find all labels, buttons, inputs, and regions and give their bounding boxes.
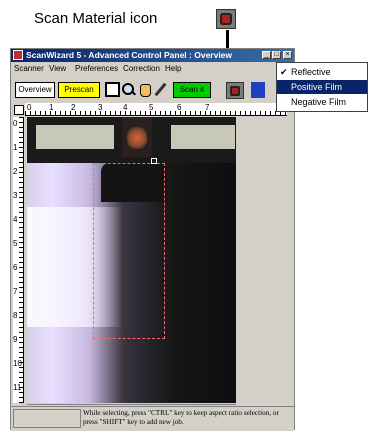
selection-handle[interactable]: [151, 158, 157, 164]
eyedropper-icon[interactable]: [153, 82, 168, 97]
ruler-tick: 7: [13, 287, 18, 296]
menu-help[interactable]: Help: [165, 63, 181, 75]
selection-frame-icon[interactable]: [105, 82, 120, 97]
title-bar[interactable]: ScanWizard 5 - Advanced Control Panel : …: [11, 49, 294, 62]
status-bar: While selecting, press "CTRL" key to kee…: [11, 406, 294, 431]
checkmark-icon: ✔: [280, 67, 288, 77]
menu-item-label: Positive Film: [291, 82, 343, 92]
film-frame: [36, 125, 114, 149]
film-frame: [171, 125, 235, 149]
ruler-tick: 4: [13, 215, 18, 224]
hand-icon[interactable]: [137, 82, 152, 97]
scan-material-icon: [216, 9, 236, 29]
slide-image: [127, 127, 147, 149]
ruler-tick: 11: [13, 383, 22, 392]
ruler-tick: 3: [13, 191, 18, 200]
ruler-tick: 8: [13, 311, 18, 320]
overview-button[interactable]: Overview: [15, 82, 55, 98]
minimize-button[interactable]: _: [262, 51, 271, 59]
status-panel: [13, 409, 81, 428]
ruler-tick: 6: [177, 103, 182, 112]
ruler-tick: 5: [13, 239, 18, 248]
menu-correction[interactable]: Correction: [123, 63, 160, 75]
toolbar: Overview Prescan Scan it: [11, 76, 294, 102]
window-title: ScanWizard 5 - Advanced Control Panel : …: [26, 50, 233, 60]
ruler-tick: 7: [205, 103, 210, 112]
ruler-tick: 0: [27, 103, 32, 112]
annotation-label: Scan Material icon: [34, 10, 158, 27]
menu-item-label: Reflective: [291, 67, 331, 77]
ruler-tick: 5: [149, 103, 154, 112]
ruler-tick: 2: [71, 103, 76, 112]
menu-item-negative-film[interactable]: Negative Film: [277, 95, 367, 109]
menu-item-reflective[interactable]: ✔ Reflective: [277, 65, 367, 79]
menu-preferences[interactable]: Preferences: [75, 63, 118, 75]
ruler-corner: [14, 105, 24, 115]
horizontal-ruler: 0 1 2 3 4 5 6 7: [25, 103, 287, 116]
preview-area[interactable]: [27, 117, 236, 403]
ruler-tick: 1: [49, 103, 54, 112]
selection-frame[interactable]: [93, 163, 165, 339]
ruler-tick: 9: [13, 335, 18, 344]
scan-material-menu: ✔ Reflective Positive Film Negative Film: [276, 62, 368, 112]
status-hint: While selecting, press "CTRL" key to kee…: [83, 409, 279, 426]
ruler-tick: 10: [13, 359, 22, 368]
scan-button[interactable]: Scan it: [173, 82, 211, 98]
ruler-tick: 3: [98, 103, 103, 112]
menu-bar: Scanner View Preferences Correction Help: [11, 63, 294, 75]
scan-material-icon[interactable]: [226, 82, 244, 99]
menu-scanner[interactable]: Scanner: [14, 63, 44, 75]
close-button[interactable]: ×: [283, 51, 292, 59]
prescan-button[interactable]: Prescan: [58, 82, 100, 98]
vertical-scrollbar[interactable]: [237, 117, 249, 403]
app-window: ScanWizard 5 - Advanced Control Panel : …: [10, 48, 295, 431]
maximize-button[interactable]: □: [272, 51, 281, 59]
ruler-tick: 4: [123, 103, 128, 112]
menu-item-label: Negative Film: [291, 97, 347, 107]
vertical-ruler: 0 1 2 3 4 5 6 7 8 9 10 11: [13, 117, 24, 403]
ruler-tick: 0: [13, 119, 18, 128]
ruler-tick: 6: [13, 263, 18, 272]
zoom-icon[interactable]: [121, 82, 136, 97]
settings-icon[interactable]: [251, 82, 265, 98]
menu-view[interactable]: View: [49, 63, 66, 75]
app-icon[interactable]: [13, 50, 23, 60]
menu-item-positive-film[interactable]: Positive Film: [277, 80, 367, 94]
ruler-tick: 2: [13, 167, 18, 176]
ruler-tick: 1: [13, 143, 18, 152]
